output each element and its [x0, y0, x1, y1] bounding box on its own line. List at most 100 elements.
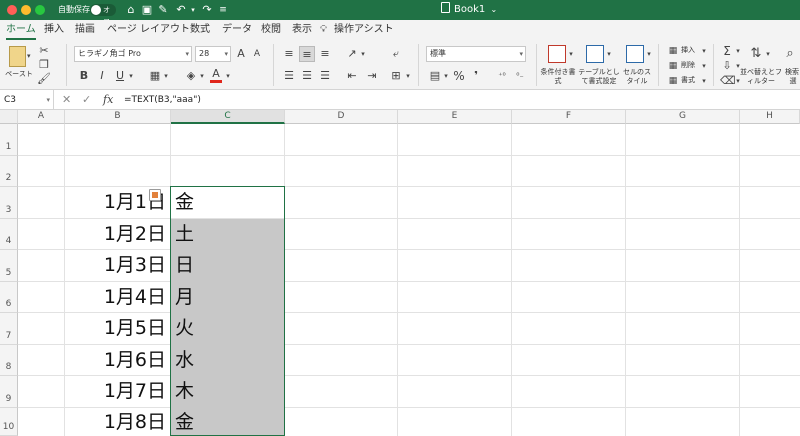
- delete-cells-label[interactable]: 削除: [681, 61, 699, 70]
- row-header-9[interactable]: 9: [0, 376, 18, 408]
- font-name-select[interactable]: ヒラギノ角ゴ Pro ▾: [74, 46, 192, 62]
- row-header-8[interactable]: 8: [0, 345, 18, 376]
- orientation-dropdown-icon[interactable]: ▾: [359, 46, 367, 62]
- orientation-icon[interactable]: ↗: [344, 46, 360, 62]
- column-header-b[interactable]: B: [65, 110, 171, 124]
- formula-input[interactable]: =TEXT(B3,"aaa"): [124, 90, 201, 110]
- format-cells-label[interactable]: 書式: [681, 76, 699, 85]
- cell-b10[interactable]: 1月8日: [65, 408, 170, 436]
- edit-icon[interactable]: ✎: [156, 2, 170, 18]
- close-window-button[interactable]: [7, 5, 17, 15]
- underline-button[interactable]: U: [114, 68, 126, 84]
- tab-insert[interactable]: 挿入: [44, 20, 64, 40]
- format-cells-icon[interactable]: ▦: [667, 73, 679, 89]
- row-header-1[interactable]: 1: [0, 124, 18, 156]
- column-header-c[interactable]: C: [171, 110, 285, 124]
- merge-dropdown-icon[interactable]: ▾: [404, 68, 412, 84]
- decrease-indent-icon[interactable]: ⇤: [344, 68, 360, 84]
- insert-function-icon[interactable]: fx: [103, 90, 113, 110]
- row-header-3[interactable]: 3: [0, 187, 18, 219]
- column-header-f[interactable]: F: [512, 110, 626, 124]
- select-all-corner[interactable]: [0, 110, 18, 124]
- clear-icon[interactable]: ⌫: [720, 73, 736, 89]
- cell-b7[interactable]: 1月5日: [65, 313, 170, 344]
- home-icon[interactable]: ⌂: [124, 2, 138, 18]
- cell-styles-dropdown-icon[interactable]: ▾: [645, 46, 653, 62]
- format-as-table-icon[interactable]: [586, 45, 604, 63]
- number-format-select[interactable]: 標準 ▾: [426, 46, 526, 62]
- cell-b9[interactable]: 1月7日: [65, 376, 170, 407]
- align-center-icon[interactable]: ☰: [299, 68, 315, 84]
- bold-button[interactable]: B: [78, 68, 90, 84]
- underline-dropdown-icon[interactable]: ▾: [127, 68, 135, 84]
- column-header-h[interactable]: H: [740, 110, 800, 124]
- flash-fill-options-icon[interactable]: [149, 189, 161, 201]
- tab-home[interactable]: ホーム: [6, 20, 36, 40]
- tab-page-layout[interactable]: ページ レイアウト: [107, 20, 190, 40]
- cell-b8[interactable]: 1月6日: [65, 345, 170, 375]
- tab-view[interactable]: 表示: [292, 20, 312, 40]
- borders-icon[interactable]: ▦: [148, 68, 162, 84]
- insert-cells-icon[interactable]: ▦: [667, 43, 679, 59]
- autosave-toggle[interactable]: オフ: [90, 4, 116, 26]
- tab-review[interactable]: 校閲: [261, 20, 281, 40]
- decrease-decimal-icon[interactable]: ⁰₋: [513, 68, 527, 84]
- document-title[interactable]: Book1 ⌄: [441, 2, 497, 18]
- name-box[interactable]: C3 ▾: [0, 90, 54, 110]
- shrink-font-button[interactable]: A: [250, 46, 264, 62]
- delete-cells-icon[interactable]: ▦: [667, 58, 679, 74]
- column-header-d[interactable]: D: [285, 110, 398, 124]
- align-top-icon[interactable]: ≡: [281, 46, 297, 62]
- fill-color-dropdown-icon[interactable]: ▾: [198, 68, 206, 84]
- font-color-button[interactable]: A: [210, 67, 222, 83]
- cell-b4[interactable]: 1月2日: [65, 219, 170, 249]
- increase-decimal-icon[interactable]: ⁺⁰: [495, 68, 509, 84]
- tell-me-box[interactable]: 操作アシスト: [334, 20, 394, 40]
- insert-cells-label[interactable]: 挿入: [681, 46, 699, 55]
- align-bottom-icon[interactable]: ≡: [317, 46, 333, 62]
- conditional-format-icon[interactable]: [548, 45, 566, 63]
- column-header-a[interactable]: A: [18, 110, 65, 124]
- format-dropdown-icon[interactable]: ▾: [700, 73, 708, 89]
- enter-icon[interactable]: ✓: [82, 90, 91, 110]
- autosum-button[interactable]: Σ: [720, 43, 734, 59]
- grow-font-button[interactable]: A: [234, 46, 248, 62]
- comma-button[interactable]: ❜: [470, 68, 482, 84]
- wrap-text-icon[interactable]: ⤶: [388, 46, 404, 62]
- insert-dropdown-icon[interactable]: ▾: [700, 43, 708, 59]
- customize-toolbar-icon[interactable]: ≡: [216, 2, 230, 18]
- italic-button[interactable]: I: [96, 68, 108, 84]
- row-header-2[interactable]: 2: [0, 156, 18, 187]
- tab-data[interactable]: データ: [222, 20, 252, 40]
- cell-b5[interactable]: 1月3日: [65, 250, 170, 281]
- percent-button[interactable]: %: [452, 68, 466, 84]
- row-header-5[interactable]: 5: [0, 250, 18, 282]
- align-right-icon[interactable]: ☰: [317, 68, 333, 84]
- accounting-format-icon[interactable]: ▤: [428, 68, 442, 84]
- cell-styles-icon[interactable]: [626, 45, 644, 63]
- save-icon[interactable]: ▣: [140, 2, 154, 18]
- worksheet-grid[interactable]: A B C D E F G H 1 2 3 4 5 6 7 8 9 10 1月1…: [0, 110, 800, 436]
- conditional-format-dropdown-icon[interactable]: ▾: [567, 46, 575, 62]
- autosum-dropdown-icon[interactable]: ▾: [734, 43, 742, 59]
- sort-filter-dropdown-icon[interactable]: ▾: [764, 46, 772, 62]
- row-header-7[interactable]: 7: [0, 313, 18, 345]
- increase-indent-icon[interactable]: ⇥: [364, 68, 380, 84]
- merge-center-icon[interactable]: ⊞: [388, 68, 404, 84]
- row-header-4[interactable]: 4: [0, 219, 18, 250]
- tab-draw[interactable]: 描画: [75, 20, 95, 40]
- row-header-6[interactable]: 6: [0, 282, 18, 313]
- fill-color-icon[interactable]: ◈: [184, 68, 198, 84]
- undo-dropdown-icon[interactable]: ▾: [186, 2, 200, 18]
- tab-formulas[interactable]: 数式: [190, 20, 210, 40]
- redo-icon[interactable]: ↷: [200, 2, 214, 18]
- find-select-icon[interactable]: ⌕: [782, 46, 798, 62]
- cell-b6[interactable]: 1月4日: [65, 282, 170, 312]
- font-size-select[interactable]: 28 ▾: [195, 46, 231, 62]
- delete-dropdown-icon[interactable]: ▾: [700, 58, 708, 74]
- paste-dropdown-icon[interactable]: ▾: [27, 48, 31, 64]
- accounting-dropdown-icon[interactable]: ▾: [442, 68, 450, 84]
- sort-filter-icon[interactable]: ⇅: [748, 46, 764, 62]
- font-color-dropdown-icon[interactable]: ▾: [224, 68, 232, 84]
- format-painter-icon[interactable]: 🖌︎: [37, 71, 51, 87]
